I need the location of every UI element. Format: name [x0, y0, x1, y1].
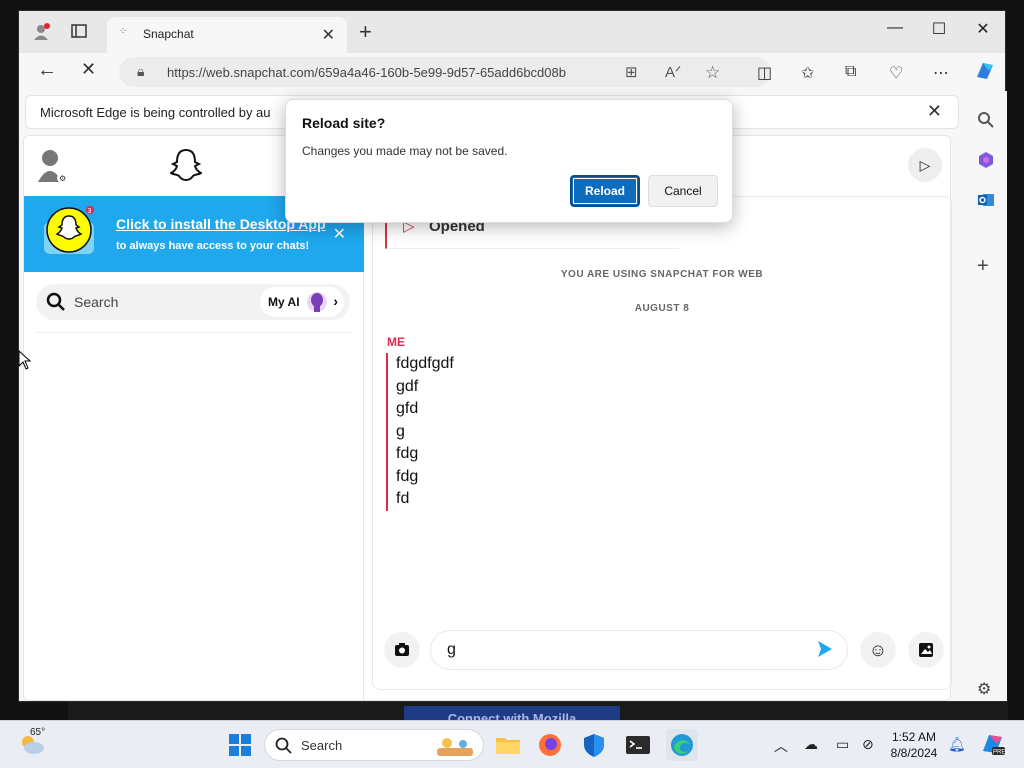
my-ai-label: My AI — [268, 295, 300, 309]
read-aloud-icon[interactable]: Aᐟ — [665, 63, 681, 81]
title-bar: ⁘ Snapchat ✕ + — ☐ ✕ — [19, 11, 1005, 53]
taskbar-search-label: Search — [301, 738, 343, 753]
favorite-star-icon[interactable]: ☆ — [705, 63, 720, 83]
edge-browser-icon[interactable] — [666, 729, 698, 761]
collections-icon[interactable]: ⧉ — [845, 63, 856, 81]
web-info-text: YOU ARE USING SNAPCHAT FOR WEB — [560, 269, 764, 280]
message-text[interactable]: fdgdfgdf — [396, 353, 686, 376]
profile-avatar[interactable]: ⚙ — [36, 148, 68, 184]
tab-title: Snapchat — [143, 27, 194, 41]
back-icon[interactable]: ← — [37, 59, 57, 82]
display-icon[interactable]: ▭ — [836, 736, 849, 753]
search-highlight-icon — [433, 734, 477, 758]
more-menu-icon[interactable]: ⋯ — [933, 63, 949, 83]
search-input[interactable]: Search My AI › — [36, 284, 350, 320]
sidebar-copilot-icon[interactable] — [977, 151, 995, 174]
stop-loading-icon[interactable]: ✕ — [81, 59, 96, 80]
reload-button[interactable]: Reload — [570, 175, 640, 207]
message-text[interactable]: fdg — [396, 466, 686, 489]
snapchat-logo: 3 — [40, 206, 98, 256]
temperature: 65° — [30, 727, 46, 738]
address-bar[interactable]: 🔒︎ https://web.snapchat.com/659a4a46-160… — [119, 57, 771, 87]
clock[interactable]: 1:52 AM 8/8/2024 — [886, 729, 942, 761]
network-volume-icon[interactable]: ⊘ — [862, 736, 874, 753]
svg-text:PRE: PRE — [993, 750, 1005, 756]
url-text[interactable]: https://web.snapchat.com/659a4a46-160b-5… — [167, 65, 607, 80]
reload-dialog: Reload site? Changes you made may not be… — [285, 99, 733, 223]
svg-text:⚙: ⚙ — [59, 174, 66, 183]
sidebar-outlook-icon[interactable] — [977, 191, 995, 214]
edge-sidebar: + ⚙ — [969, 91, 1007, 701]
mouse-cursor-icon — [18, 349, 32, 370]
close-window-icon[interactable]: ✕ — [963, 19, 1003, 39]
taskbar: 65° Search ︿ ☁ ▭ ⊘ 1:52 AM 8/8/2024 🔔︎ P… — [0, 720, 1024, 768]
clock-date: 8/8/2024 — [890, 746, 938, 760]
conversation-pane: ▷ Opened YOU ARE USING SNAPCHAT FOR WEB … — [372, 196, 952, 690]
taskbar-search[interactable]: Search — [264, 729, 484, 761]
minimize-icon[interactable]: — — [875, 19, 915, 37]
sidebar-settings-icon[interactable]: ⚙ — [977, 679, 991, 699]
favorites-icon[interactable]: ✩ — [801, 63, 814, 83]
vertical-tabs-icon[interactable] — [71, 23, 87, 44]
banner-subtitle: to always have access to your chats! — [116, 240, 310, 252]
emoji-icon[interactable]: ☺ — [860, 632, 896, 668]
new-tab-icon[interactable]: + — [359, 19, 372, 45]
tray-overflow-chevron-icon[interactable]: ︿ — [774, 736, 788, 756]
search-icon — [46, 292, 66, 312]
tab-snapchat[interactable]: ⁘ Snapchat ✕ — [107, 17, 347, 53]
message-input-value[interactable]: g — [447, 641, 456, 659]
cancel-button[interactable]: Cancel — [648, 175, 718, 207]
sidebar-search-icon[interactable] — [977, 111, 995, 134]
dialog-title: Reload site? — [302, 115, 386, 131]
terminal-icon[interactable] — [622, 729, 654, 761]
camera-button[interactable] — [384, 632, 420, 668]
infobar-text: Microsoft Edge is being controlled by au — [40, 105, 271, 120]
taskbar-search-icon — [275, 737, 293, 755]
search-placeholder: Search — [74, 294, 119, 310]
my-ai-button[interactable]: My AI › — [260, 287, 344, 317]
sender-label: ME — [387, 335, 405, 349]
copilot-pre-icon[interactable]: PRE — [980, 731, 1006, 757]
browser-window: ⁘ Snapchat ✕ + — ☐ ✕ ← ✕ 🔒︎ https://web.… — [18, 10, 1007, 702]
loading-icon: ⁘ — [119, 26, 128, 37]
message-text[interactable]: fd — [396, 488, 686, 511]
copilot-icon[interactable] — [973, 59, 997, 88]
defender-shield-icon[interactable] — [578, 729, 610, 761]
toolbar: ← ✕ 🔒︎ https://web.snapchat.com/659a4a46… — [19, 53, 1005, 91]
maximize-icon[interactable]: ☐ — [919, 19, 959, 39]
snapchat-ghost-icon[interactable] — [169, 148, 203, 182]
firefox-icon[interactable] — [534, 729, 566, 761]
app-available-icon[interactable]: ⊞ — [625, 63, 638, 81]
browser-essentials-icon[interactable]: ♡ — [889, 63, 903, 83]
message-group: fdgdfgdf gdf gfd g fdg fdg fd — [386, 353, 686, 511]
profile-icon[interactable] — [33, 23, 51, 46]
infobar-close-icon[interactable]: ✕ — [927, 101, 942, 122]
tab-close-icon[interactable]: ✕ — [322, 25, 335, 45]
banner-close-icon[interactable]: ✕ — [333, 224, 346, 244]
file-explorer-icon[interactable] — [492, 729, 524, 761]
sidebar-add-icon[interactable]: + — [977, 255, 989, 278]
play-icon[interactable]: ▷ — [908, 148, 942, 182]
message-text[interactable]: g — [396, 421, 686, 444]
date-separator: AUGUST 8 — [634, 303, 690, 314]
notification-bell-icon[interactable]: 🔔︎ — [948, 736, 966, 753]
divider — [36, 332, 352, 333]
my-ai-avatar — [306, 290, 328, 314]
split-screen-icon[interactable]: ◫ — [757, 63, 772, 83]
dialog-message: Changes you made may not be saved. — [302, 144, 508, 158]
clock-time: 1:52 AM — [891, 730, 937, 744]
onedrive-icon[interactable]: ☁ — [804, 736, 818, 753]
banner-badge: 3 — [88, 208, 92, 215]
message-text[interactable]: fdg — [396, 443, 686, 466]
message-text[interactable]: gdf — [396, 376, 686, 399]
send-icon[interactable] — [817, 640, 833, 658]
lock-icon[interactable]: 🔒︎ — [137, 63, 144, 80]
message-input[interactable]: g — [430, 630, 848, 670]
chevron-right-icon: › — [333, 293, 338, 309]
gallery-button[interactable] — [908, 632, 944, 668]
message-text[interactable]: gfd — [396, 398, 686, 421]
windows-start-icon[interactable] — [228, 733, 252, 757]
